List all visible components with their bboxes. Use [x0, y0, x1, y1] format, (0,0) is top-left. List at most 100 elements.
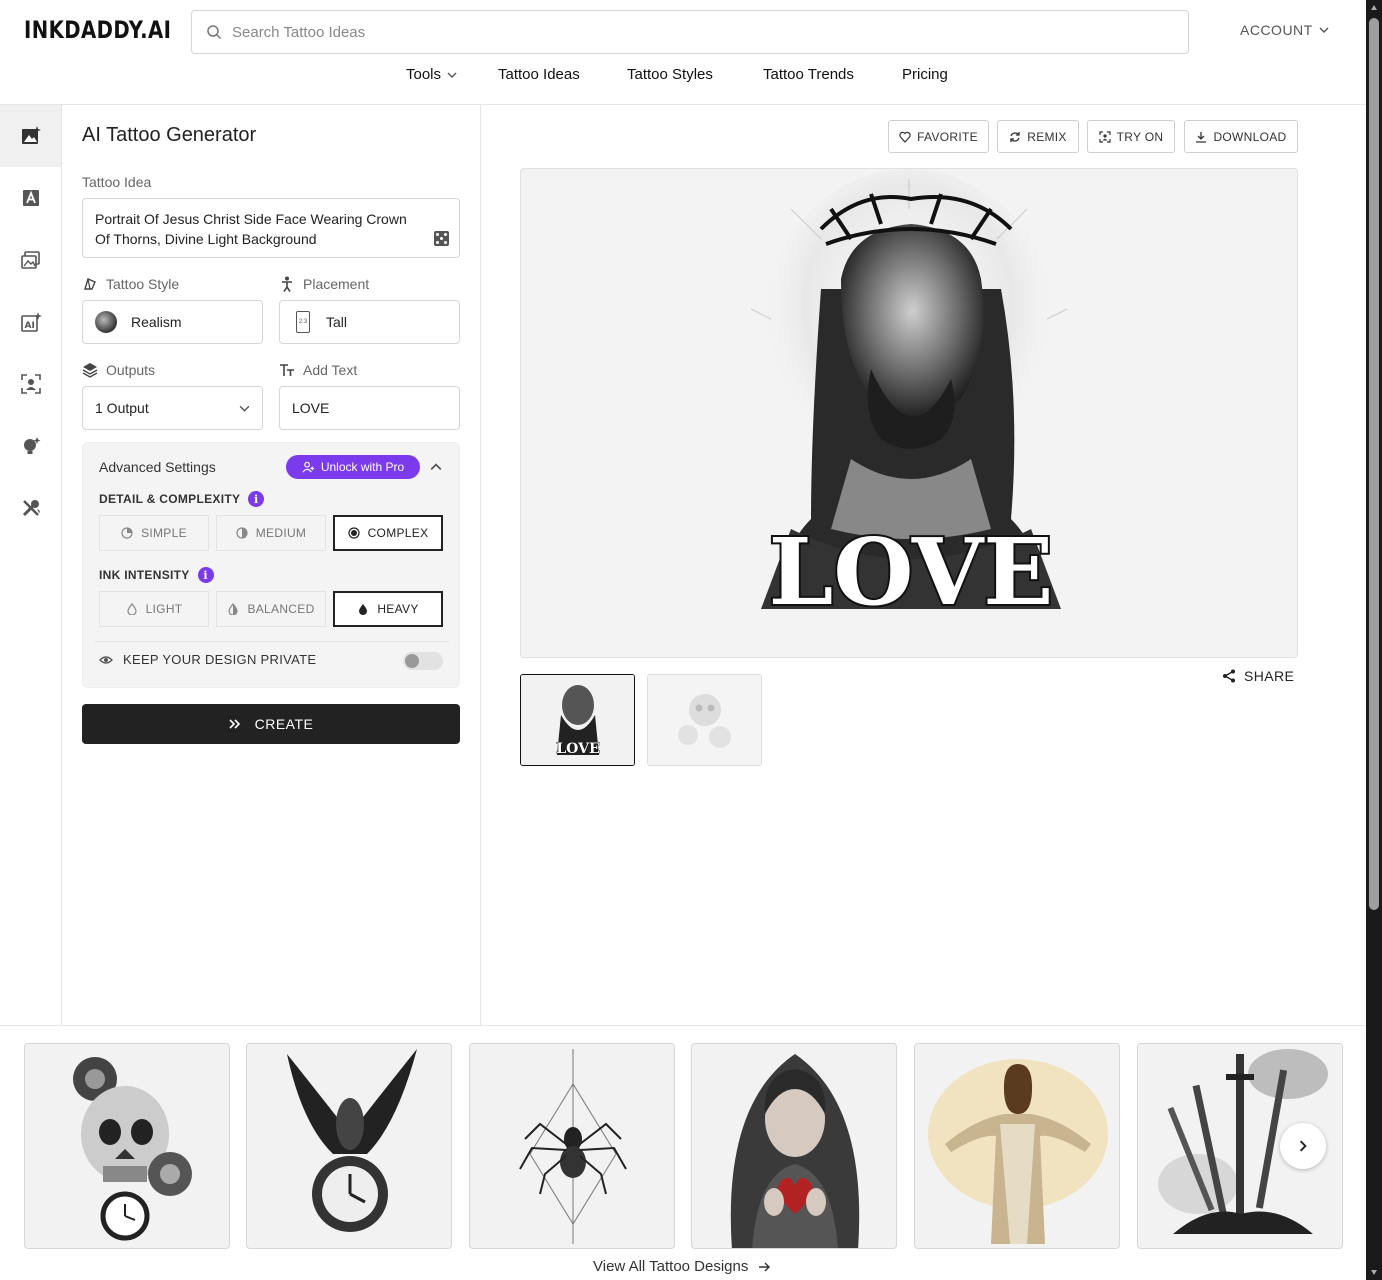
main-nav: Tools Tattoo Ideas Tattoo Styles Tattoo …	[0, 66, 1366, 90]
ink-intensity-text: INK INTENSITY	[99, 568, 190, 582]
outputs-select[interactable]: 1 Output	[82, 386, 263, 430]
thumb-love-text: LOVE	[556, 741, 599, 757]
create-button-label: CREATE	[254, 716, 314, 732]
tattoo-idea-input[interactable]: Portrait Of Jesus Christ Side Face Weari…	[82, 198, 460, 258]
scrollbar-thumb[interactable]	[1369, 18, 1379, 910]
rail-ai-tools[interactable]: AI	[0, 291, 61, 353]
chevron-down-icon	[447, 72, 457, 78]
ink-intensity-label: INK INTENSITY i	[99, 567, 214, 583]
logo[interactable]: INKDADDY.AI	[24, 16, 171, 44]
ink-heavy-option[interactable]: HEAVY	[333, 591, 443, 627]
favorite-button[interactable]: FAVORITE	[888, 120, 989, 153]
account-menu[interactable]: ACCOUNT	[1240, 22, 1329, 38]
refresh-icon	[1010, 131, 1020, 142]
double-chevron-right-icon	[229, 719, 240, 729]
detail-medium-option[interactable]: MEDIUM	[216, 515, 326, 551]
placement-select[interactable]: 2:3 Tall	[279, 300, 460, 344]
result-thumbnail-2[interactable]	[647, 674, 762, 766]
tattoo-style-select[interactable]: Realism	[82, 300, 263, 344]
drop-filled-icon	[359, 604, 368, 615]
chevron-up-icon[interactable]	[430, 461, 442, 473]
ink-light-option[interactable]: LIGHT	[99, 591, 209, 627]
search-input[interactable]	[232, 23, 1132, 41]
unlock-pro-label: Unlock with Pro	[320, 460, 405, 474]
add-text-input[interactable]: LOVE	[279, 386, 460, 430]
nav-tools[interactable]: Tools	[406, 66, 457, 83]
random-dice-icon[interactable]	[434, 231, 449, 246]
ink-balanced-label: BALANCED	[247, 602, 315, 616]
rail-tools[interactable]	[0, 477, 61, 539]
account-label: ACCOUNT	[1240, 22, 1313, 38]
detail-simple-option[interactable]: SIMPLE	[99, 515, 209, 551]
jesus-open-arms-image	[928, 1059, 1108, 1244]
private-design-row: KEEP YOUR DESIGN PRIVATE	[99, 652, 316, 667]
placement-label: Placement	[279, 276, 369, 292]
create-button[interactable]: CREATE	[82, 704, 460, 744]
gallery-card-4[interactable]	[691, 1043, 897, 1249]
tall-placement-icon: 2:3	[296, 311, 310, 333]
favorite-label: FAVORITE	[917, 129, 978, 144]
private-design-label: KEEP YOUR DESIGN PRIVATE	[123, 652, 317, 667]
geometric-spider-image	[519, 1049, 627, 1244]
rail-image-generator[interactable]	[0, 105, 61, 167]
page-title: AI Tattoo Generator	[82, 124, 257, 146]
detail-medium-label: MEDIUM	[255, 526, 307, 540]
result-thumbnail-1[interactable]: LOVE	[520, 674, 635, 766]
placement-value: Tall	[326, 314, 348, 330]
nav-tattoo-styles[interactable]: Tattoo Styles	[627, 66, 713, 83]
svg-text:AI: AI	[24, 321, 34, 331]
text-size-icon	[280, 364, 294, 376]
heart-icon	[899, 131, 911, 143]
nav-tools-label: Tools	[406, 66, 442, 83]
nav-pricing[interactable]: Pricing	[902, 66, 948, 83]
jesus-thumbnail-image: LOVE	[521, 675, 634, 765]
gallery-card-1[interactable]	[24, 1043, 230, 1249]
search-icon	[207, 25, 222, 40]
outputs-label: Outputs	[82, 362, 155, 378]
text-tattoo-icon	[22, 190, 39, 206]
outputs-label-text: Outputs	[106, 362, 156, 378]
share-button[interactable]: SHARE	[1222, 668, 1294, 684]
ink-heavy-label: HEAVY	[377, 602, 419, 616]
view-all-label: View All Tattoo Designs	[593, 1258, 749, 1275]
add-text-value: LOVE	[292, 400, 330, 416]
generated-tattoo-image[interactable]: LOVE	[520, 168, 1298, 658]
eye-icon	[99, 655, 113, 664]
scroll-down-arrow-icon[interactable]	[1370, 1268, 1378, 1276]
detail-simple-label: SIMPLE	[141, 526, 187, 540]
remix-button[interactable]: REMIX	[997, 120, 1079, 153]
advanced-settings-title: Advanced Settings	[99, 459, 216, 475]
chevron-down-icon	[1319, 27, 1329, 33]
gallery-card-3[interactable]	[469, 1043, 675, 1249]
page-scrollbar[interactable]	[1366, 0, 1382, 1280]
tool-rail: AI	[0, 105, 62, 1025]
rail-ideas[interactable]	[0, 415, 61, 477]
search-bar[interactable]	[191, 10, 1189, 54]
rail-try-on[interactable]	[0, 353, 61, 415]
detail-complexity-text: DETAIL & COMPLEXITY	[99, 492, 241, 506]
detail-complex-option[interactable]: COMPLEX	[333, 515, 443, 551]
info-icon[interactable]: i	[248, 491, 265, 507]
try-on-button[interactable]: TRY ON	[1087, 120, 1175, 153]
advanced-settings: Advanced Settings Unlock with Pro DETAIL…	[82, 442, 460, 688]
view-all-designs-link[interactable]: View All Tattoo Designs	[593, 1258, 771, 1275]
unlock-pro-button[interactable]: Unlock with Pro	[286, 455, 420, 479]
rail-gallery[interactable]	[0, 229, 61, 291]
nav-tattoo-ideas[interactable]: Tattoo Ideas	[498, 66, 580, 83]
ink-balanced-option[interactable]: BALANCED	[216, 591, 326, 627]
tattoo-style-label: Tattoo Style	[82, 276, 179, 292]
rail-text-tattoo[interactable]	[0, 167, 61, 229]
gallery-card-2[interactable]	[246, 1043, 452, 1249]
gallery-next-button[interactable]	[1280, 1123, 1326, 1169]
nav-tattoo-trends[interactable]: Tattoo Trends	[763, 66, 854, 83]
tools-icon	[22, 500, 40, 517]
download-button[interactable]: DOWNLOAD	[1184, 120, 1298, 153]
private-toggle[interactable]	[403, 652, 443, 670]
info-icon[interactable]: i	[197, 567, 214, 583]
scroll-up-arrow-icon[interactable]	[1370, 4, 1378, 12]
download-label: DOWNLOAD	[1213, 129, 1287, 144]
circle-half-icon	[236, 527, 248, 539]
gallery-card-5[interactable]	[914, 1043, 1120, 1249]
drop-half-icon	[228, 603, 239, 615]
gallery-icon	[20, 251, 40, 269]
